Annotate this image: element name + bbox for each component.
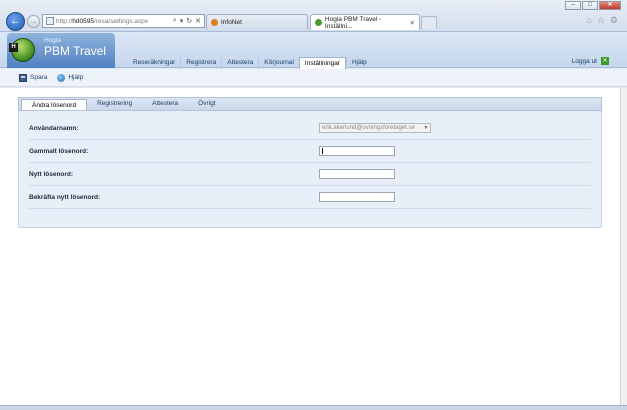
chevron-down-icon: ▼ bbox=[423, 125, 429, 131]
search-icon[interactable]: ⌕ bbox=[173, 17, 177, 25]
old-password-input[interactable] bbox=[319, 146, 395, 156]
floppy-disk-icon bbox=[19, 73, 27, 82]
settings-tabs: Ändra lösenord Registrering Attestera Öv… bbox=[18, 97, 602, 111]
tab-attestera[interactable]: Attestera bbox=[142, 98, 188, 110]
stop-icon[interactable]: ✕ bbox=[195, 17, 201, 25]
action-toolbar: Spara Hjälp bbox=[0, 69, 627, 87]
confirm-password-row: Bekräfta nytt lösenord: bbox=[29, 186, 591, 209]
window-controls: – □ ✕ bbox=[564, 1, 621, 10]
maximize-button[interactable]: □ bbox=[582, 1, 598, 10]
tab-label: InfoNet bbox=[221, 19, 242, 26]
help-button[interactable]: Hjälp bbox=[57, 73, 84, 82]
username-value: erik.akerlund@ovningsforetaget.se bbox=[322, 125, 415, 131]
brand-company: Hogia bbox=[44, 37, 61, 44]
nav-installningar[interactable]: Inställningar bbox=[298, 57, 346, 69]
browser-chrome: – □ ✕ ← → http://hd0595/resa/settings.as… bbox=[0, 0, 627, 32]
close-tab-icon[interactable]: ✕ bbox=[410, 19, 415, 27]
username-label: Användarnamn: bbox=[29, 124, 79, 132]
close-window-button[interactable]: ✕ bbox=[599, 1, 621, 10]
ie-icon bbox=[211, 19, 218, 26]
password-form-panel: Användarnamn: erik.akerlund@ovningsforet… bbox=[18, 111, 602, 228]
new-password-label: Nytt lösenord: bbox=[29, 170, 74, 178]
refresh-icon[interactable]: ↻ bbox=[186, 17, 192, 25]
nav-attestera[interactable]: Attestera bbox=[221, 57, 258, 69]
back-button[interactable]: ← bbox=[6, 12, 25, 31]
vertical-scrollbar[interactable] bbox=[620, 88, 627, 405]
tab-registrering[interactable]: Registrering bbox=[87, 98, 142, 110]
nav-hjalp[interactable]: Hjälp bbox=[345, 57, 372, 69]
status-bar bbox=[0, 405, 627, 410]
help-label: Hjälp bbox=[68, 74, 84, 81]
logout-label: Logga ut bbox=[571, 57, 597, 65]
tab-ovrigt[interactable]: Övrigt bbox=[188, 98, 225, 110]
page-content: Ändra lösenord Registrering Attestera Öv… bbox=[0, 88, 627, 405]
address-bar[interactable]: http://hd0595/resa/settings.aspx ⌕ ▾ ↻ ✕ bbox=[42, 14, 205, 28]
hogia-tab-icon bbox=[315, 19, 322, 26]
gear-icon[interactable]: ⚙ bbox=[610, 15, 618, 26]
username-select[interactable]: erik.akerlund@ovningsforetaget.se ▼ bbox=[319, 123, 431, 133]
new-tab-button[interactable] bbox=[421, 16, 437, 29]
confirm-password-input[interactable] bbox=[319, 192, 395, 202]
brand-product: PBM Travel bbox=[44, 44, 107, 58]
nav-korjournal[interactable]: Körjournal bbox=[258, 57, 299, 69]
tab-andra-losenord[interactable]: Ändra lösenord bbox=[21, 99, 88, 110]
h-badge-icon: H bbox=[9, 43, 18, 52]
browser-tab-infonet[interactable]: InfoNet bbox=[206, 14, 308, 30]
save-button[interactable]: Spara bbox=[19, 73, 48, 82]
old-password-label: Gammalt lösenord: bbox=[29, 147, 89, 155]
password-form: Användarnamn: erik.akerlund@ovningsforet… bbox=[29, 117, 591, 209]
nav-reserakningar[interactable]: Reseräkningar bbox=[128, 57, 180, 69]
back-arrow-icon: ← bbox=[10, 15, 21, 27]
save-label: Spara bbox=[30, 74, 48, 81]
logout-link[interactable]: Logga ut ✕ bbox=[572, 57, 609, 65]
forward-arrow-icon: → bbox=[29, 17, 38, 26]
address-text: http://hd0595/resa/settings.aspx bbox=[56, 17, 149, 25]
dropdown-arrow-icon[interactable]: ▾ bbox=[180, 17, 184, 25]
confirm-password-label: Bekräfta nytt lösenord: bbox=[29, 193, 101, 201]
brand-logo[interactable]: H Hogia PBM Travel bbox=[7, 33, 115, 68]
home-icon[interactable]: ⌂ bbox=[586, 15, 591, 26]
help-icon bbox=[57, 73, 66, 82]
tab-label: Hogia PBM Travel - Inställni... bbox=[324, 15, 382, 30]
new-password-row: Nytt lösenord: bbox=[29, 163, 591, 186]
browser-tab-pbm-travel[interactable]: Hogia PBM Travel - Inställni... ✕ bbox=[310, 14, 420, 30]
new-password-input[interactable] bbox=[319, 169, 395, 179]
forward-button[interactable]: → bbox=[27, 15, 40, 28]
app-header: H Hogia PBM Travel Reseräkningar Registr… bbox=[0, 32, 627, 69]
old-password-row: Gammalt lösenord: bbox=[29, 140, 591, 163]
exit-icon: ✕ bbox=[601, 57, 609, 65]
minimize-button[interactable]: – bbox=[565, 1, 581, 10]
username-row: Användarnamn: erik.akerlund@ovningsforet… bbox=[29, 117, 591, 140]
nav-registrera[interactable]: Registrera bbox=[180, 57, 221, 69]
favorites-star-icon[interactable]: ☆ bbox=[597, 15, 605, 26]
page-icon bbox=[46, 17, 54, 25]
main-nav: Reseräkningar Registrera Attestera Körjo… bbox=[128, 57, 372, 69]
